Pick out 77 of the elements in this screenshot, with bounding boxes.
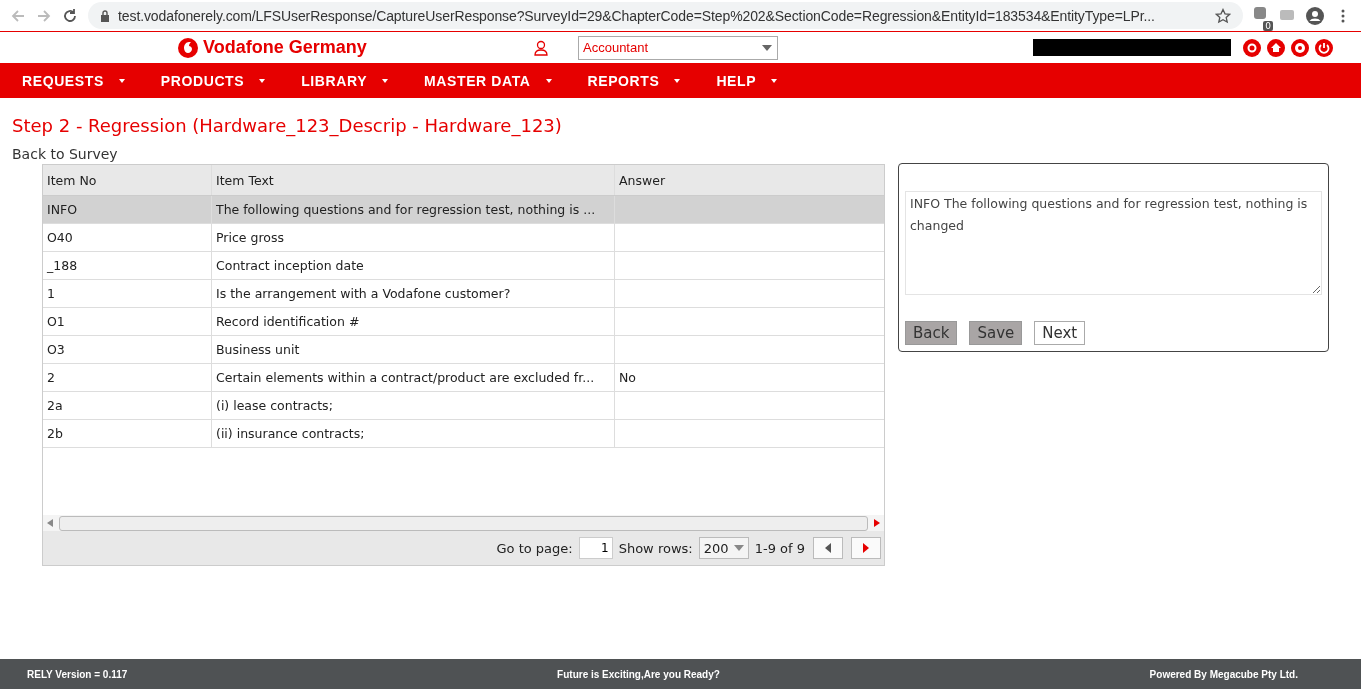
table-row[interactable]: 2b (ii) insurance contracts; — [43, 420, 884, 448]
table-row[interactable]: O3 Business unit — [43, 336, 884, 364]
rows-dropdown[interactable]: 200 — [698, 537, 749, 559]
table-row[interactable]: INFO The following questions and for regression test, nothing is ... — [43, 196, 884, 224]
nav-menu-item[interactable]: MASTER DATA — [424, 72, 552, 89]
table-cell: Contract inception date — [212, 252, 615, 279]
caret-icon — [545, 78, 552, 83]
nav-menu-item[interactable]: PRODUCTS — [160, 72, 266, 89]
table-row[interactable]: O40 Price gross — [43, 224, 884, 252]
scroll-right-icon[interactable] — [874, 519, 880, 527]
table-row[interactable]: _188 Contract inception date — [43, 252, 884, 280]
previous-page-button[interactable] — [813, 537, 843, 559]
column-header[interactable]: Answer — [615, 165, 884, 195]
table-cell: Is the arrangement with a Vodafone customer? — [212, 280, 615, 307]
action-button[interactable]: Next — [1034, 321, 1086, 345]
nav-menu-item[interactable]: REPORTS — [587, 72, 681, 89]
page-number-field[interactable]: 1 — [578, 537, 613, 559]
table-cell: Price gross — [212, 224, 615, 251]
logo-icon — [178, 37, 198, 58]
brand-name: Vodafone Germany — [203, 37, 367, 58]
right-triangle-icon — [863, 543, 869, 553]
extension-badge: 0 — [1263, 20, 1273, 31]
power-icon[interactable] — [1315, 38, 1333, 57]
page-range: 1-9 of 9 — [754, 540, 805, 556]
table-cell: O1 — [43, 308, 212, 335]
table-cell: 1 — [43, 280, 212, 307]
nav-menu-item[interactable]: REQUESTS — [22, 72, 125, 89]
table-row[interactable]: 2 Certain elements within a contract/product are excluded fr... No — [43, 364, 884, 392]
page-title: Step 2 - Regression (Hardware_123_Descrip - Hardware_123) — [12, 115, 563, 136]
caret-icon — [259, 78, 266, 83]
scrollbar-thumb[interactable] — [59, 515, 868, 531]
address-bar[interactable]: test.vodafonerely.com/LFSUserResponse/CaptureUserResponse?SurveyId=29&ChapterCode=Step%202&SectionCode=Regression&EntityId=183534&EntityType=LPr... — [88, 2, 1243, 29]
answer-box[interactable]: INFO The following questions and for regression test, nothing is changed — [905, 191, 1322, 295]
lock-icon — [100, 9, 110, 22]
table-cell: (ii) insurance contracts; — [212, 420, 615, 447]
table-cell: _188 — [43, 252, 212, 279]
table-cell: 2 — [43, 364, 212, 391]
table-row[interactable]: 2a (i) lease contracts; — [43, 392, 884, 420]
user-icon[interactable] — [534, 39, 548, 56]
powered-by-text: Powered By Megacube Pty Ltd. — [1149, 668, 1298, 680]
table-cell: The following questions and for regression test, nothing is ... — [212, 196, 615, 223]
table-cell: O40 — [43, 224, 212, 251]
nav-menu-item[interactable]: LIBRARY — [301, 72, 389, 89]
star-icon[interactable] — [1215, 7, 1231, 24]
reload-icon[interactable] — [62, 7, 78, 24]
next-page-button[interactable] — [851, 537, 881, 559]
table-row[interactable]: 1 Is the arrangement with a Vodafone customer? — [43, 280, 884, 308]
back-link[interactable]: Back to Survey — [12, 146, 118, 162]
slogan-text: Future is Exciting,Are you Ready? — [557, 668, 720, 680]
nav-menu-item[interactable]: HELP — [716, 72, 778, 89]
table-cell-text: No — [618, 369, 637, 387]
home-icon[interactable] — [1267, 38, 1285, 57]
role-dropdown[interactable]: Accountant — [578, 35, 778, 60]
caret-icon — [733, 545, 744, 551]
account-icon[interactable] — [1305, 5, 1325, 26]
version-text: RELY Version = 0.117 — [27, 668, 128, 680]
caret-icon — [674, 78, 681, 83]
extension-icon[interactable] — [1253, 5, 1269, 22]
caret-icon — [762, 44, 772, 51]
column-header[interactable]: Item Text — [212, 165, 615, 195]
table-cell: (i) lease contracts; — [212, 392, 615, 419]
caret-icon — [118, 78, 125, 83]
goto-page-label: Go to page: — [496, 540, 573, 556]
table-cell: Certain elements within a contract/product are excluded fr... — [212, 364, 615, 391]
left-triangle-icon — [825, 543, 831, 553]
table-cell: Record identification # — [212, 308, 615, 335]
column-header[interactable]: Item No — [43, 165, 212, 195]
caret-icon — [382, 78, 389, 83]
table-cell: INFO — [43, 196, 212, 223]
table-cell: O3 — [43, 336, 212, 363]
table-cell: Business unit — [212, 336, 615, 363]
scroll-left-icon[interactable] — [47, 519, 53, 527]
table-cell: 2a — [43, 392, 212, 419]
table-cell: 2b — [43, 420, 212, 447]
caret-icon — [771, 78, 778, 83]
table-row[interactable]: O1 Record identification # — [43, 308, 884, 336]
show-rows-label: Show rows: — [618, 540, 693, 556]
